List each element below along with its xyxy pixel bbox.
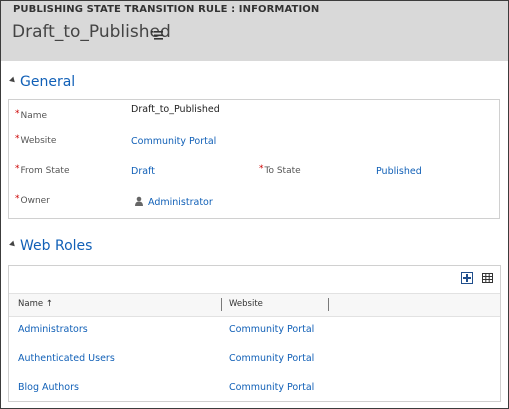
web-roles-grid: Name ↑ Website Administrators Community …: [8, 265, 501, 402]
to-state-label: *To State: [259, 164, 301, 176]
collapse-triangle-icon: [9, 76, 17, 85]
to-state-label-text: To State: [264, 166, 301, 176]
table-row[interactable]: Blog Authors Community Portal: [9, 374, 500, 403]
website-label-text: Website: [20, 136, 57, 146]
name-label-text: Name: [20, 111, 48, 121]
role-name-link[interactable]: Administrators: [18, 324, 88, 335]
section-web-roles-heading[interactable]: Web Roles: [9, 238, 93, 256]
section-general-heading[interactable]: General: [9, 74, 76, 92]
user-icon: [135, 196, 143, 206]
column-name-label: Name: [18, 299, 44, 309]
website-label: *Website: [15, 134, 56, 146]
collapse-triangle-icon: [9, 240, 17, 249]
table-row[interactable]: Administrators Community Portal: [9, 316, 500, 345]
role-website-link[interactable]: Community Portal: [229, 324, 314, 335]
column-resize-handle[interactable]: [221, 298, 222, 311]
form-header: PUBLISHING STATE TRANSITION RULE : INFOR…: [1, 1, 508, 61]
grid-header: Name ↑ Website: [9, 293, 500, 317]
from-state-label-text: From State: [20, 166, 70, 176]
name-value[interactable]: Draft_to_Published: [131, 104, 220, 115]
column-header-name[interactable]: Name ↑: [18, 299, 53, 309]
role-website-link[interactable]: Community Portal: [229, 382, 314, 393]
website-link[interactable]: Community Portal: [131, 136, 216, 147]
from-state-label: *From State: [15, 164, 69, 176]
owner-value: Administrator: [148, 197, 213, 208]
required-marker: *: [15, 164, 20, 174]
role-website-link[interactable]: Community Portal: [229, 353, 314, 364]
add-record-icon[interactable]: [461, 272, 473, 284]
general-section: *Name Draft_to_Published *Website Commun…: [8, 99, 500, 219]
role-name-link[interactable]: Blog Authors: [18, 382, 79, 393]
required-marker: *: [15, 109, 20, 119]
grid-view-icon[interactable]: [482, 273, 493, 283]
role-name-link[interactable]: Authenticated Users: [18, 353, 115, 364]
grid-toolbar: [9, 266, 500, 293]
owner-label: *Owner: [15, 194, 50, 206]
section-general-label: General: [20, 74, 76, 90]
record-title: Draft_to_Published: [12, 22, 171, 42]
sort-ascending-icon: ↑: [45, 299, 53, 309]
required-marker: *: [15, 134, 20, 144]
required-marker: *: [259, 164, 264, 174]
owner-link[interactable]: Administrator: [134, 196, 213, 208]
name-label: *Name: [15, 109, 47, 121]
owner-label-text: Owner: [20, 196, 50, 206]
entity-title: PUBLISHING STATE TRANSITION RULE : INFOR…: [13, 4, 320, 15]
list-menu-icon[interactable]: [151, 30, 163, 40]
column-header-website[interactable]: Website: [229, 299, 263, 309]
from-state-link[interactable]: Draft: [131, 166, 155, 177]
column-resize-handle[interactable]: [328, 298, 329, 311]
required-marker: *: [15, 194, 20, 204]
table-row[interactable]: Authenticated Users Community Portal: [9, 345, 500, 374]
to-state-link[interactable]: Published: [376, 166, 422, 177]
section-web-roles-label: Web Roles: [20, 238, 93, 254]
